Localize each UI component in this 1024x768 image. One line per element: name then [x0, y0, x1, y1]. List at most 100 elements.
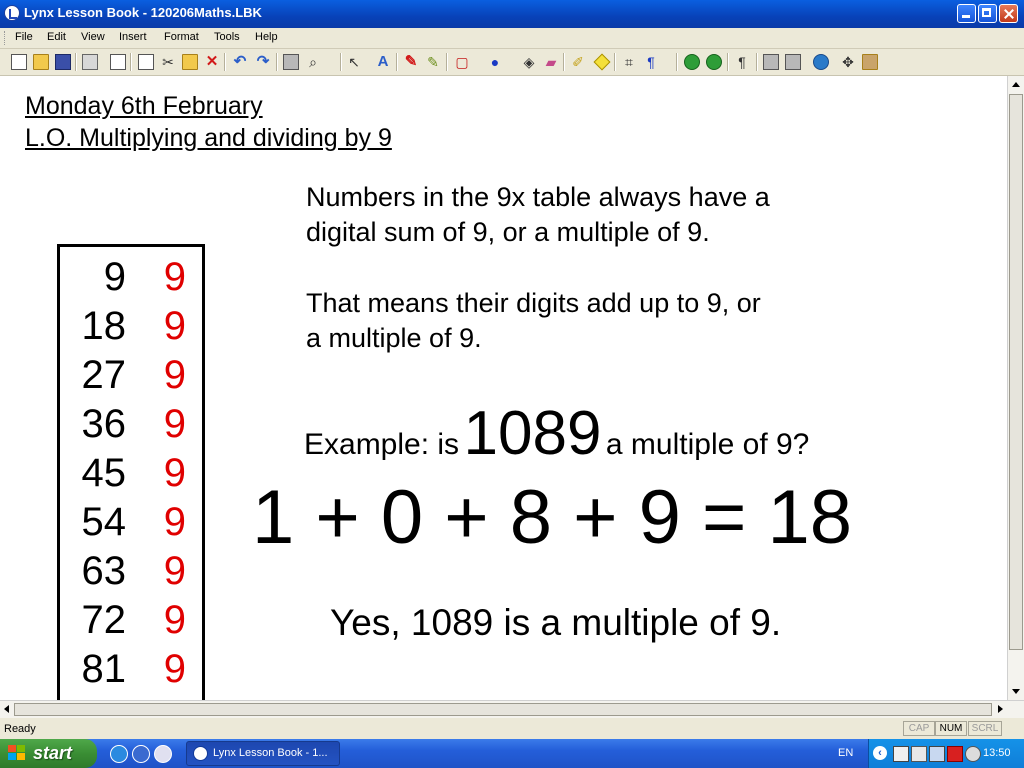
menu-grip[interactable]: [4, 31, 7, 45]
undo-icon[interactable]: ↶: [232, 54, 248, 70]
objective-heading: L.O. Multiplying and dividing by 9: [25, 124, 392, 152]
menu-insert[interactable]: Insert: [119, 31, 147, 43]
digit-sum-equation: 1 + 0 + 8 + 9 = 18: [252, 475, 853, 560]
table-row: 72 9: [81, 598, 187, 642]
toolbar: ✂ ✕ ↶ ↷ ⌕ ↖ A ✎ ✎ ▢ ● ◈ ▰ ✐ ⌗ ¶ ¶ ✥: [0, 49, 1024, 76]
paragraph-line: digital sum of 9, or a multiple of 9.: [306, 217, 710, 247]
horizontal-scrollbar[interactable]: [0, 700, 1024, 718]
toolbox-icon[interactable]: [862, 54, 878, 70]
window-title: Lynx Lesson Book - 120206Maths.LBK: [24, 5, 262, 20]
example-prefix: Example: is: [304, 428, 460, 461]
menu-tools[interactable]: Tools: [214, 31, 240, 43]
date-heading: Monday 6th February: [25, 92, 263, 120]
scroll-up-icon[interactable]: [1012, 82, 1020, 87]
table-row: 81 9: [81, 647, 187, 691]
cut-icon[interactable]: ✂: [160, 54, 176, 70]
paint-roller-icon[interactable]: ¶: [643, 54, 659, 70]
table-row: 18 9: [81, 304, 187, 348]
select-pointer-icon[interactable]: ↖: [346, 54, 362, 70]
desktop-icon[interactable]: [132, 745, 150, 763]
menu-bar: File Edit View Insert Format Tools Help: [0, 28, 1024, 49]
minimize-button[interactable]: [957, 4, 976, 23]
globe-icon[interactable]: [813, 54, 829, 70]
clock[interactable]: 13:50: [983, 747, 1011, 759]
insert-picture-icon[interactable]: [283, 54, 299, 70]
tray-app-icon[interactable]: [893, 746, 909, 762]
menu-edit[interactable]: Edit: [47, 31, 66, 43]
media-player-icon[interactable]: [154, 745, 172, 763]
example-suffix: a multiple of 9?: [605, 428, 810, 461]
lynx-app-icon: [193, 746, 208, 761]
calculator-icon[interactable]: [763, 54, 779, 70]
redo-icon[interactable]: ↷: [255, 54, 271, 70]
lynx-app-icon[interactable]: [4, 5, 20, 21]
num-lock-indicator: NUM: [935, 721, 967, 736]
close-button[interactable]: [999, 4, 1018, 23]
eraser-icon[interactable]: ▰: [543, 54, 559, 70]
explanation-paragraph-2: That means their digits add up to 9, or …: [306, 286, 761, 356]
scroll-left-icon[interactable]: [4, 705, 9, 713]
task-lynx-lesson-book[interactable]: Lynx Lesson Book - 1...: [186, 741, 340, 766]
next-page-icon[interactable]: [706, 54, 722, 70]
grid-icon[interactable]: [785, 54, 801, 70]
vertical-scrollbar[interactable]: [1007, 76, 1024, 700]
crop-icon[interactable]: ⌗: [621, 54, 637, 70]
taskbar: start Lynx Lesson Book - 1... EN ‹ 13:50: [0, 739, 1024, 768]
scroll-down-icon[interactable]: [1012, 689, 1020, 694]
status-bar: Ready CAP NUM SCRL: [0, 718, 1024, 739]
open-folder-icon[interactable]: [33, 54, 49, 70]
example-number: 1089: [463, 399, 602, 468]
move-icon[interactable]: ✥: [840, 54, 856, 70]
table-row: 45 9: [81, 451, 187, 495]
pen-icon[interactable]: ✎: [403, 54, 419, 70]
marker-icon[interactable]: ✐: [570, 54, 586, 70]
previous-page-icon[interactable]: [684, 54, 700, 70]
paste-icon[interactable]: [182, 54, 198, 70]
nine-times-table: 99 189 279 369 459 549 639 729 819 909: [57, 244, 205, 700]
highlighter-icon[interactable]: [593, 53, 611, 71]
vertical-scroll-thumb[interactable]: [1009, 94, 1023, 650]
table-row: 27 9: [81, 353, 187, 397]
example-question: Example: is 1089 a multiple of 9?: [304, 398, 809, 468]
shape-tool-icon[interactable]: ▢: [454, 54, 470, 70]
title-bar: Lynx Lesson Book - 120206Maths.LBK: [0, 0, 1024, 28]
print-icon[interactable]: [82, 54, 98, 70]
scroll-right-icon[interactable]: [998, 705, 1003, 713]
menu-format[interactable]: Format: [164, 31, 199, 43]
paragraph-icon[interactable]: ¶: [734, 54, 750, 70]
start-button[interactable]: start: [0, 739, 97, 768]
paint-bucket-icon[interactable]: ◈: [521, 54, 537, 70]
table-row: 36 9: [81, 402, 187, 446]
caps-lock-indicator: CAP: [903, 721, 935, 736]
paragraph-line: a multiple of 9.: [306, 323, 482, 353]
table-row: 54 9: [81, 500, 187, 544]
tray-antivirus-icon[interactable]: [947, 746, 963, 762]
maximize-button[interactable]: [978, 4, 997, 23]
system-tray: ‹ 13:50: [868, 739, 1024, 768]
menu-file[interactable]: File: [15, 31, 33, 43]
text-tool-icon[interactable]: A: [375, 54, 391, 70]
internet-explorer-icon[interactable]: [110, 745, 128, 763]
paragraph-line: Numbers in the 9x table always have a: [306, 182, 770, 212]
horizontal-scroll-thumb[interactable]: [14, 703, 992, 716]
table-row: 99: [103, 255, 186, 299]
lesson-page-canvas[interactable]: Monday 6th February L.O. Multiplying and…: [0, 76, 1007, 700]
highlighter-pen-icon[interactable]: ✎: [425, 54, 441, 70]
explanation-paragraph-1: Numbers in the 9x table always have a di…: [306, 180, 770, 250]
volume-icon[interactable]: [965, 746, 981, 762]
language-indicator[interactable]: EN: [838, 747, 853, 759]
tray-network-icon[interactable]: [911, 746, 927, 762]
zoom-icon[interactable]: ⌕: [305, 54, 321, 70]
tray-display-icon[interactable]: [929, 746, 945, 762]
windows-logo-icon: [8, 745, 26, 761]
save-icon[interactable]: [55, 54, 71, 70]
show-hidden-icons-icon[interactable]: ‹: [873, 746, 887, 760]
new-page-icon[interactable]: [110, 54, 126, 70]
scroll-lock-indicator: SCRL: [968, 721, 1002, 736]
fill-color-icon[interactable]: ●: [487, 54, 503, 70]
new-document-icon[interactable]: [11, 54, 27, 70]
menu-help[interactable]: Help: [255, 31, 278, 43]
delete-icon[interactable]: ✕: [204, 54, 220, 70]
menu-view[interactable]: View: [81, 31, 105, 43]
copy-icon[interactable]: [138, 54, 154, 70]
